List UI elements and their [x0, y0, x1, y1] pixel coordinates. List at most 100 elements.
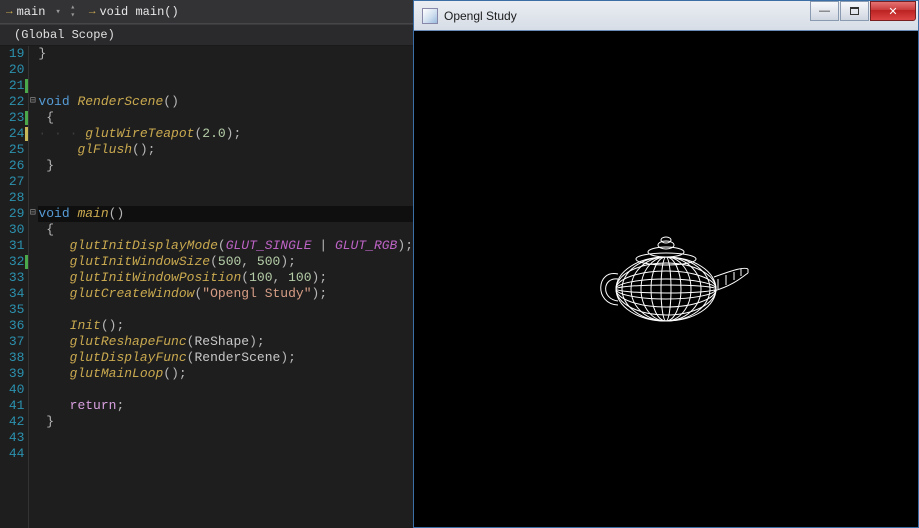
fold-toggle — [29, 446, 36, 462]
chevron-down-icon: ▾ — [55, 7, 60, 17]
code-line[interactable]: } — [38, 414, 413, 430]
fold-toggle — [29, 334, 36, 350]
code-line[interactable] — [38, 302, 413, 318]
fold-toggle — [29, 318, 36, 334]
fold-toggle — [29, 238, 36, 254]
line-number: 30 — [0, 222, 24, 238]
line-number: 33 — [0, 270, 24, 286]
arrow-icon: → — [89, 6, 96, 18]
code-line[interactable] — [38, 430, 413, 446]
fold-toggle — [29, 174, 36, 190]
code-editor[interactable]: 1920212223242526272829303132333435363738… — [0, 46, 413, 528]
nav-scope-dropdown[interactable]: → main ▾ — [6, 0, 65, 23]
line-number: 34 — [0, 286, 24, 302]
app-icon — [422, 8, 438, 24]
fold-toggle — [29, 222, 36, 238]
navigation-bar: → main ▾ ▴ ▾ → void main() — [0, 0, 413, 24]
code-line[interactable]: { — [38, 222, 413, 238]
line-number: 22 — [0, 94, 24, 110]
minimize-button[interactable]: — — [810, 1, 839, 21]
fold-toggle — [29, 302, 36, 318]
line-number-gutter: 1920212223242526272829303132333435363738… — [0, 46, 29, 528]
fold-toggle — [29, 158, 36, 174]
fold-toggle — [29, 46, 36, 62]
line-number: 32 — [0, 254, 24, 270]
fold-toggle — [29, 286, 36, 302]
line-number: 40 — [0, 382, 24, 398]
line-number: 44 — [0, 446, 24, 462]
close-button[interactable]: ✕ — [870, 1, 916, 21]
code-line[interactable]: void RenderScene() — [38, 94, 413, 110]
line-number: 38 — [0, 350, 24, 366]
line-number: 24 — [0, 126, 24, 142]
code-editor-pane: → main ▾ ▴ ▾ → void main() (Global Scope… — [0, 0, 413, 528]
fold-toggle — [29, 62, 36, 78]
code-line[interactable] — [38, 78, 413, 94]
line-number: 21 — [0, 78, 24, 94]
scope-bar[interactable]: (Global Scope) — [0, 24, 413, 46]
line-number: 27 — [0, 174, 24, 190]
fold-toggle — [29, 142, 36, 158]
nav-scope-label: main — [17, 5, 46, 19]
nav-function-label: void main() — [99, 5, 178, 19]
fold-toggle — [29, 414, 36, 430]
close-icon: ✕ — [888, 5, 897, 18]
code-line[interactable]: glutInitDisplayMode(GLUT_SINGLE | GLUT_R… — [38, 238, 413, 254]
code-line[interactable] — [38, 174, 413, 190]
code-line[interactable]: glutMainLoop(); — [38, 366, 413, 382]
code-line[interactable] — [38, 382, 413, 398]
fold-toggle — [29, 350, 36, 366]
code-line[interactable]: glutReshapeFunc(ReShape); — [38, 334, 413, 350]
line-number: 31 — [0, 238, 24, 254]
nav-function-dropdown[interactable]: → void main() — [89, 0, 185, 23]
fold-toggle[interactable]: ⊟ — [29, 94, 36, 110]
line-number: 43 — [0, 430, 24, 446]
opengl-window: Opengl Study — ✕ — [413, 0, 919, 528]
code-content[interactable]: } void RenderScene() {· · · glutWireTeap… — [36, 46, 413, 528]
maximize-button[interactable] — [840, 1, 869, 21]
code-line[interactable]: glutInitWindowSize(500, 500); — [38, 254, 413, 270]
window-titlebar[interactable]: Opengl Study — ✕ — [414, 1, 918, 31]
code-line[interactable]: · · · glutWireTeapot(2.0); — [38, 126, 413, 142]
fold-toggle — [29, 126, 36, 142]
line-number: 41 — [0, 398, 24, 414]
nav-stepper[interactable]: ▴ ▾ — [65, 4, 81, 20]
code-line[interactable] — [38, 446, 413, 462]
fold-toggle — [29, 270, 36, 286]
code-line[interactable] — [38, 190, 413, 206]
code-line[interactable]: glutCreateWindow("Opengl Study"); — [38, 286, 413, 302]
line-number: 42 — [0, 414, 24, 430]
fold-toggle — [29, 254, 36, 270]
code-line[interactable]: } — [38, 158, 413, 174]
fold-toggle — [29, 398, 36, 414]
window-title: Opengl Study — [444, 9, 810, 23]
fold-toggle — [29, 190, 36, 206]
fold-toggle — [29, 430, 36, 446]
code-line[interactable]: Init(); — [38, 318, 413, 334]
scope-label: (Global Scope) — [14, 28, 115, 42]
wire-teapot-icon — [566, 219, 766, 339]
opengl-canvas — [414, 31, 918, 527]
chevron-down-icon: ▾ — [65, 12, 81, 20]
fold-toggle — [29, 78, 36, 94]
code-line[interactable]: return; — [38, 398, 413, 414]
line-number: 23 — [0, 110, 24, 126]
code-line[interactable]: void main() — [38, 206, 413, 222]
code-line[interactable]: { — [38, 110, 413, 126]
line-number: 28 — [0, 190, 24, 206]
line-number: 26 — [0, 158, 24, 174]
minimize-icon: — — [819, 5, 830, 17]
fold-toggle — [29, 382, 36, 398]
output-window-pane: Opengl Study — ✕ — [413, 0, 919, 528]
code-line[interactable] — [38, 62, 413, 78]
code-line[interactable]: glutDisplayFunc(RenderScene); — [38, 350, 413, 366]
line-number: 39 — [0, 366, 24, 382]
maximize-icon — [850, 7, 859, 15]
code-line[interactable]: } — [38, 46, 413, 62]
code-line[interactable]: glutInitWindowPosition(100, 100); — [38, 270, 413, 286]
arrow-icon: → — [6, 6, 13, 18]
fold-toggle[interactable]: ⊟ — [29, 206, 36, 222]
code-line[interactable]: glFlush(); — [38, 142, 413, 158]
line-number: 37 — [0, 334, 24, 350]
fold-column[interactable]: ⊟⊟ — [29, 46, 36, 528]
